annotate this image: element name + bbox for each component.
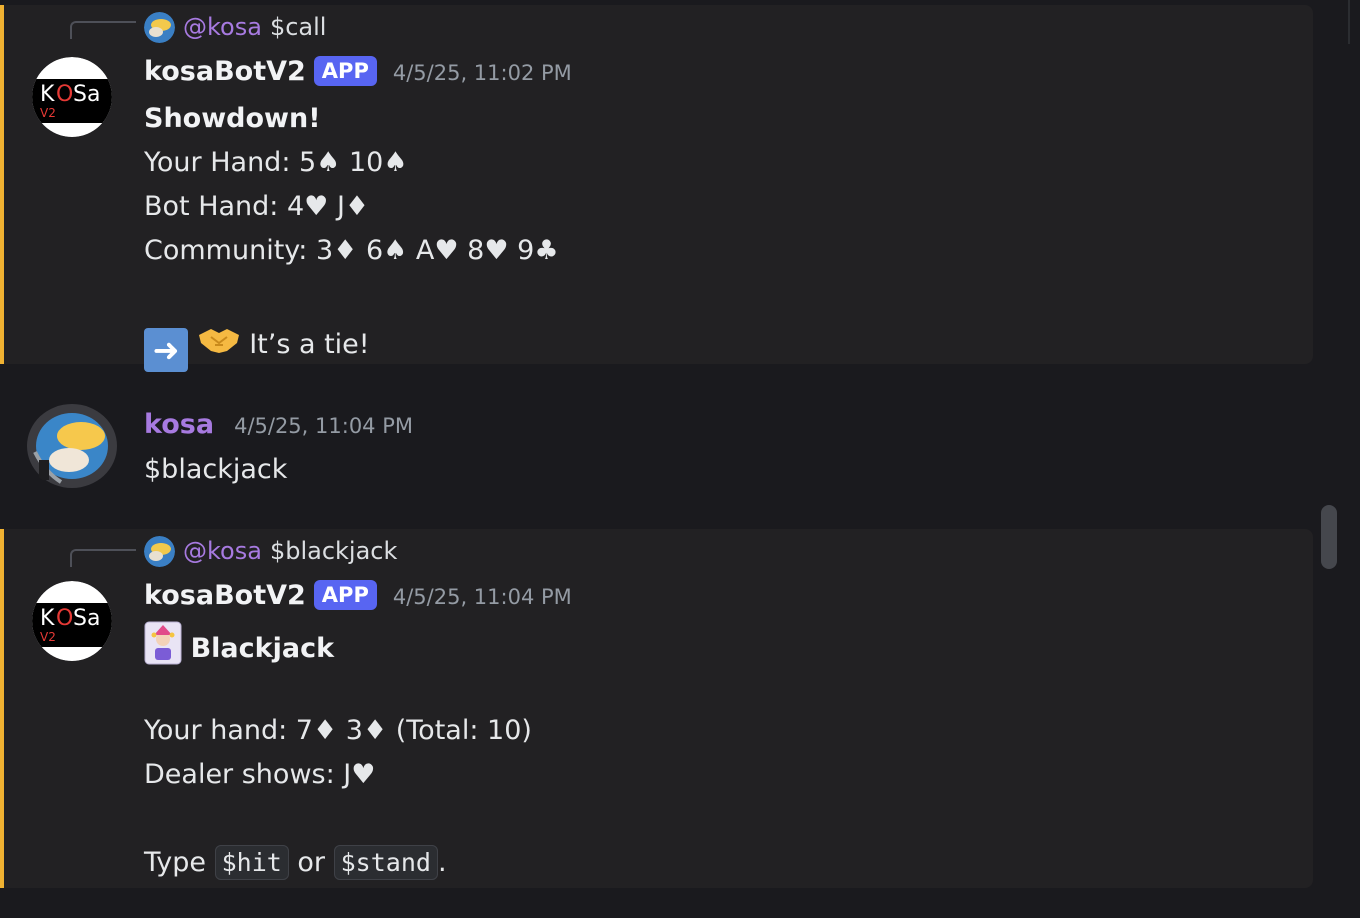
message-content: Showdown! Your Hand: 5♠ 10♠ Bot Hand: 4♥… xyxy=(144,97,559,372)
message-content: Blackjack Your hand: 7♦ 3♦ (Total: 10) D… xyxy=(144,621,532,885)
blackjack-title: Blackjack xyxy=(190,633,335,664)
bot-hand-line: Bot Hand: 4♥ J♦ xyxy=(144,191,370,222)
svg-text:K: K xyxy=(40,606,55,631)
message-header: kosa 4/5/25, 11:04 PM xyxy=(144,409,413,440)
dealer-line: Dealer shows: J♥ xyxy=(144,759,376,790)
scroll-track-edge xyxy=(1348,0,1350,44)
period-text: . xyxy=(437,847,447,878)
scrollbar-thumb[interactable] xyxy=(1321,505,1337,569)
message-header: kosaBotV2 APP 4/5/25, 11:04 PM xyxy=(144,580,572,612)
your-hand-line: Your Hand: 5♠ 10♠ xyxy=(144,147,408,178)
reply-preview[interactable]: @kosa $call xyxy=(144,11,326,43)
bot-avatar[interactable]: K O Sa V2 xyxy=(32,57,112,137)
app-badge: APP xyxy=(313,580,377,610)
reply-text[interactable]: $call xyxy=(270,13,327,41)
reply-avatar[interactable] xyxy=(144,11,175,43)
timestamp[interactable]: 4/5/25, 11:04 PM xyxy=(393,585,572,609)
blackjack-title-line: Blackjack xyxy=(144,621,532,665)
result-line: ➜ It’s a tie! xyxy=(144,317,559,372)
community-line: Community: 3♦ 6♠ A♥ 8♥ 9♣ xyxy=(144,235,559,266)
svg-text:O: O xyxy=(56,606,73,631)
reply-mention[interactable]: @kosa xyxy=(183,537,262,565)
reply-avatar[interactable] xyxy=(144,535,175,567)
reply-connector xyxy=(70,21,136,39)
stand-command[interactable]: $stand xyxy=(333,845,438,880)
handshake-icon xyxy=(197,317,241,361)
message-showdown[interactable]: @kosa $call K O Sa V2 kosaBotV2 APP 4/5/… xyxy=(0,5,1313,372)
hit-command[interactable]: $hit xyxy=(214,845,289,880)
instruction-line: Type $hit or $stand. xyxy=(144,841,532,885)
author-name[interactable]: kosa xyxy=(144,409,214,440)
reply-text[interactable]: $blackjack xyxy=(270,537,397,565)
svg-text:Sa: Sa xyxy=(73,606,100,631)
message-header: kosaBotV2 APP 4/5/25, 11:02 PM xyxy=(144,56,572,88)
author-name[interactable]: kosaBotV2 xyxy=(144,580,306,611)
app-badge: APP xyxy=(313,56,377,86)
timestamp[interactable]: 4/5/25, 11:04 PM xyxy=(234,414,413,438)
showdown-title: Showdown! xyxy=(144,103,321,134)
svg-text:V2: V2 xyxy=(40,106,56,120)
message-user[interactable]: kosa 4/5/25, 11:04 PM $blackjack xyxy=(0,364,1313,529)
svg-text:Sa: Sa xyxy=(73,82,100,107)
result-text: It’s a tie! xyxy=(249,329,370,360)
svg-text:K: K xyxy=(40,82,55,107)
joker-card-icon xyxy=(144,621,182,665)
type-prefix: Type xyxy=(144,847,215,878)
message-content: $blackjack xyxy=(144,448,287,492)
timestamp[interactable]: 4/5/25, 11:02 PM xyxy=(393,61,572,85)
or-text: or xyxy=(288,847,334,878)
svg-text:V2: V2 xyxy=(40,630,56,644)
your-hand-line: Your hand: 7♦ 3♦ (Total: 10) xyxy=(144,715,532,746)
bot-avatar[interactable]: K O Sa V2 xyxy=(32,581,112,661)
message-blackjack[interactable]: @kosa $blackjack K O Sa V2 kosaBotV2 APP… xyxy=(0,529,1313,888)
reply-mention[interactable]: @kosa xyxy=(183,13,262,41)
reply-connector xyxy=(70,549,136,567)
user-avatar[interactable] xyxy=(25,402,119,490)
author-name[interactable]: kosaBotV2 xyxy=(144,56,306,87)
svg-text:O: O xyxy=(56,82,73,107)
reply-preview[interactable]: @kosa $blackjack xyxy=(144,535,397,567)
user-command: $blackjack xyxy=(144,454,288,485)
